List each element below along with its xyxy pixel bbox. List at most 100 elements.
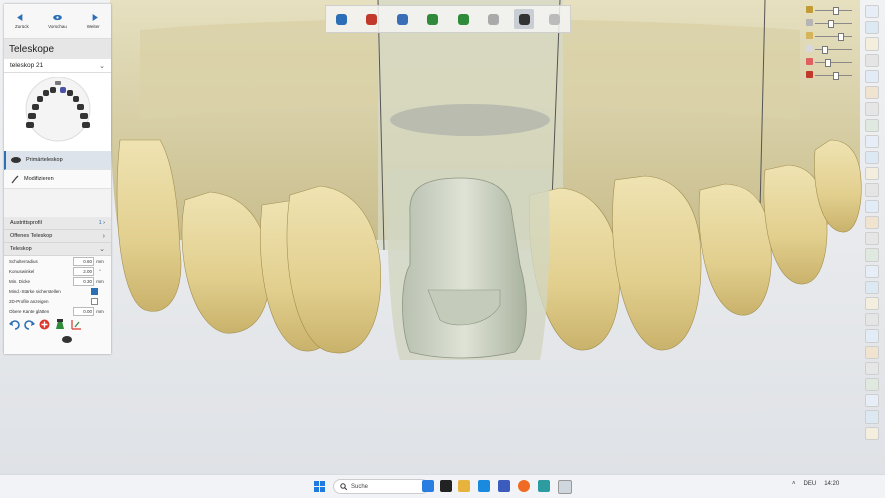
app-icon-3[interactable]	[498, 480, 510, 492]
clock[interactable]: 14:20	[824, 481, 839, 487]
axis-icon[interactable]	[70, 319, 82, 330]
section-exit-profile[interactable]: Austrittsprofil 1 ›	[4, 217, 111, 230]
slider-knob[interactable]	[833, 7, 840, 15]
view-tool-button[interactable]	[865, 53, 879, 67]
view-tool-button[interactable]	[865, 183, 879, 197]
layer-icon	[806, 45, 813, 52]
view-tool-button[interactable]	[865, 102, 879, 116]
view-tool-button[interactable]	[865, 378, 879, 392]
view-tool-button[interactable]	[865, 167, 879, 181]
view-tool-button[interactable]	[865, 248, 879, 262]
layer-icon	[806, 19, 813, 26]
wizard-navigation: Zurück Vorschau Weiter	[4, 4, 111, 39]
section-telescope[interactable]: Teleskop ⌄	[4, 243, 111, 256]
view-tool-button[interactable]	[865, 86, 879, 100]
settings-tool[interactable]	[545, 9, 565, 29]
section-open-telescope[interactable]: Offenes Teleskop ›	[4, 230, 111, 243]
view-tool-button[interactable]	[865, 410, 879, 424]
language-indicator[interactable]: DEU	[804, 481, 817, 487]
view-tool-button[interactable]	[865, 361, 879, 376]
tooth-occlusion-tool[interactable]	[423, 9, 443, 29]
pen-icon	[335, 13, 347, 25]
slider-knob[interactable]	[838, 33, 845, 41]
add-icon[interactable]	[39, 319, 50, 330]
app-icon-5[interactable]	[558, 480, 572, 494]
slider-knob[interactable]	[828, 20, 835, 28]
app-icon-1[interactable]	[422, 480, 434, 492]
show-2d-profiles-row: 2D-Profile anzeigen	[4, 296, 111, 306]
view-tool-button[interactable]	[865, 69, 879, 84]
view-tool-button[interactable]	[865, 345, 879, 359]
tools-tool[interactable]	[362, 9, 382, 29]
ensure-min-thickness-checkbox[interactable]	[91, 287, 98, 295]
view-tool-button[interactable]	[865, 215, 879, 230]
slider-knob[interactable]	[833, 72, 840, 80]
redo-icon[interactable]	[24, 319, 35, 330]
tooth-apply-icon[interactable]	[54, 319, 66, 330]
telescope-cap-icon	[11, 157, 21, 163]
app-icon-2[interactable]	[478, 480, 490, 492]
next-button[interactable]: Weiter	[75, 4, 111, 38]
shoulder-radius-input[interactable]: 0.60	[73, 256, 94, 266]
telescope-cap-icon[interactable]	[62, 336, 72, 343]
windows-start-icon[interactable]	[314, 481, 325, 492]
primary-telescope-tool[interactable]: Primärteleskop	[4, 151, 111, 170]
visibility-slider[interactable]	[806, 71, 858, 80]
taskbar-search[interactable]: Suche	[333, 479, 429, 494]
slider-track	[815, 62, 852, 63]
slider-track	[815, 49, 852, 50]
modify-tool[interactable]: Modifizieren	[4, 170, 111, 189]
jaw-selector[interactable]	[4, 73, 111, 151]
view-tool-button[interactable]	[865, 313, 879, 327]
firefox-icon[interactable]	[518, 480, 530, 492]
view-tool-button[interactable]	[865, 21, 879, 35]
view-tool-button[interactable]	[865, 232, 879, 246]
preview-button[interactable]: Vorschau	[40, 4, 76, 38]
taskview-icon[interactable]	[440, 480, 452, 492]
view-tool-button[interactable]	[865, 118, 879, 132]
chevron-right-icon: ›	[102, 232, 105, 240]
visibility-slider[interactable]	[806, 45, 858, 54]
left-panel: Zurück Vorschau Weiter Teleskope telesko…	[4, 4, 111, 354]
view-tool-button[interactable]	[865, 134, 879, 148]
cone-angle-input[interactable]: 2.00	[73, 266, 94, 276]
explorer-icon[interactable]	[458, 480, 470, 492]
view-tool-button[interactable]	[865, 426, 879, 440]
slider-knob[interactable]	[821, 46, 828, 54]
chevron-up-icon[interactable]: ˄	[792, 481, 796, 487]
next-label: Weiter	[86, 23, 100, 29]
view-tool-button[interactable]	[865, 199, 879, 213]
show-2d-profiles-checkbox[interactable]	[91, 297, 98, 305]
smooth-top-edge-input[interactable]: 0.00	[73, 306, 94, 316]
ensure-min-thickness-row: Mind.-Stärke sicherstellen	[4, 286, 111, 296]
undo-icon[interactable]	[9, 319, 20, 330]
brush-tool[interactable]	[392, 9, 412, 29]
visibility-slider[interactable]	[806, 58, 858, 67]
ball-tool[interactable]	[484, 9, 504, 29]
gum-tool[interactable]	[453, 9, 473, 29]
settings-icon	[549, 13, 561, 25]
view-tool-button[interactable]	[865, 5, 879, 19]
app-icon-4[interactable]	[538, 480, 550, 492]
back-button[interactable]: Zurück	[4, 4, 40, 38]
view-tool-button[interactable]	[865, 296, 879, 311]
pen-tool[interactable]	[331, 9, 351, 29]
slider-track	[815, 36, 852, 37]
telescope-cap-tool[interactable]	[514, 9, 535, 29]
view-tool-button[interactable]	[865, 150, 879, 165]
slider-knob[interactable]	[824, 59, 831, 67]
view-tool-button[interactable]	[865, 394, 879, 408]
3d-viewport[interactable]	[0, 0, 885, 474]
view-tool-button[interactable]	[865, 329, 879, 343]
exit-profile-label: Austrittsprofil	[10, 220, 42, 226]
view-tool-button[interactable]	[865, 280, 879, 294]
view-tool-button[interactable]	[865, 37, 879, 51]
dental-scan-model[interactable]	[0, 0, 885, 474]
visibility-slider[interactable]	[806, 32, 858, 41]
min-thickness-input[interactable]: 0.30	[73, 276, 94, 286]
visibility-slider[interactable]	[806, 19, 858, 28]
telescope-select[interactable]: teleskop 21 ⌄	[4, 59, 111, 73]
panel-title: Teleskope	[4, 39, 111, 59]
visibility-slider[interactable]	[806, 6, 858, 15]
view-tool-button[interactable]	[865, 264, 879, 278]
